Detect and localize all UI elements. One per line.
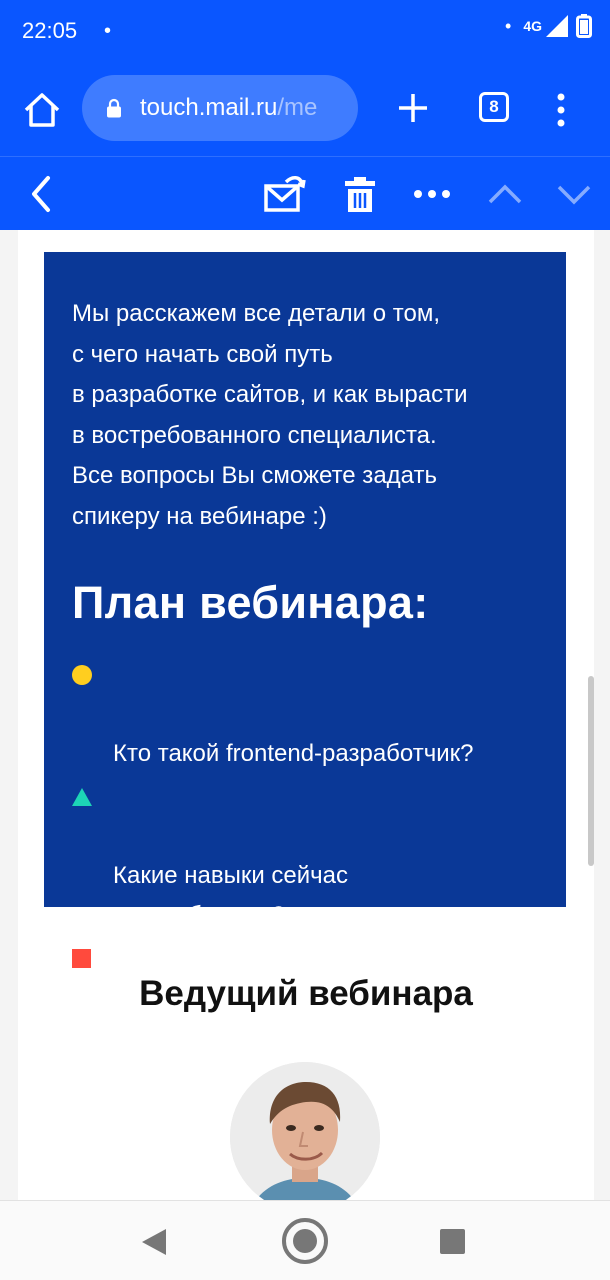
- plan-item-text: Кто такой frontend-разработчик?: [113, 740, 474, 767]
- status-icons: • 4G: [505, 14, 592, 38]
- more-horiz-icon[interactable]: [413, 172, 451, 216]
- notification-dot-icon: •: [505, 15, 512, 36]
- network-type: 4G: [523, 18, 542, 34]
- notification-dot: •: [104, 20, 112, 42]
- system-nav-bar: [0, 1200, 610, 1280]
- trash-icon[interactable]: [343, 172, 377, 216]
- home-icon[interactable]: [22, 90, 62, 130]
- status-bar: 22:05 • • 4G: [0, 0, 610, 62]
- mail-toolbar: [0, 156, 610, 230]
- status-time: 22:05: [22, 18, 78, 43]
- signal-icon: [546, 15, 568, 37]
- email-body[interactable]: Мы расскажем все детали о том, с чего на…: [18, 230, 594, 1200]
- chevron-up-icon[interactable]: [487, 172, 523, 216]
- plan-item-text: Какие навыки сейчас востребованы?: [113, 861, 349, 930]
- address-bar[interactable]: touch.mail.ru/me: [82, 75, 358, 141]
- plan-list: Кто такой frontend-разработчик? Какие на…: [72, 653, 540, 1099]
- webinar-promo-block: Мы расскажем все детали о том, с чего на…: [44, 252, 566, 1091]
- plan-title: План вебинара:: [72, 577, 429, 628]
- plan-item: Кто такой frontend-разработчик?: [72, 653, 540, 775]
- scrollbar-thumb[interactable]: [588, 676, 594, 866]
- host-title: Ведущий вебинара: [139, 974, 473, 1013]
- url-path: /me: [277, 94, 318, 121]
- battery-icon: [576, 14, 592, 38]
- lock-icon: [107, 98, 121, 118]
- plus-icon[interactable]: [395, 90, 431, 126]
- host-photo: [230, 1062, 380, 1200]
- tabs-button[interactable]: 8: [479, 92, 509, 122]
- move-to-spam-icon[interactable]: [262, 172, 306, 216]
- nav-back-icon[interactable]: [140, 1227, 168, 1257]
- more-vert-icon[interactable]: [554, 92, 568, 128]
- url-text: touch.mail.ru/me: [140, 94, 317, 122]
- red-square-icon: [72, 948, 91, 968]
- back-icon[interactable]: [26, 172, 56, 216]
- url-host: touch.mail.ru: [140, 94, 278, 121]
- nav-home-icon[interactable]: [280, 1216, 330, 1266]
- teal-triangle-icon: [72, 787, 92, 806]
- tab-count: 8: [489, 97, 499, 116]
- nav-recents-icon[interactable]: [439, 1228, 466, 1255]
- promo-intro-text: Мы расскажем все детали о том, с чего на…: [72, 300, 468, 530]
- chevron-down-icon[interactable]: [556, 172, 592, 216]
- host-avatar: [230, 1062, 380, 1200]
- browser-bar: touch.mail.ru/me 8: [0, 62, 610, 156]
- yellow-circle-icon: [72, 665, 92, 685]
- plan-item: Какие навыки сейчас востребованы?: [72, 775, 540, 937]
